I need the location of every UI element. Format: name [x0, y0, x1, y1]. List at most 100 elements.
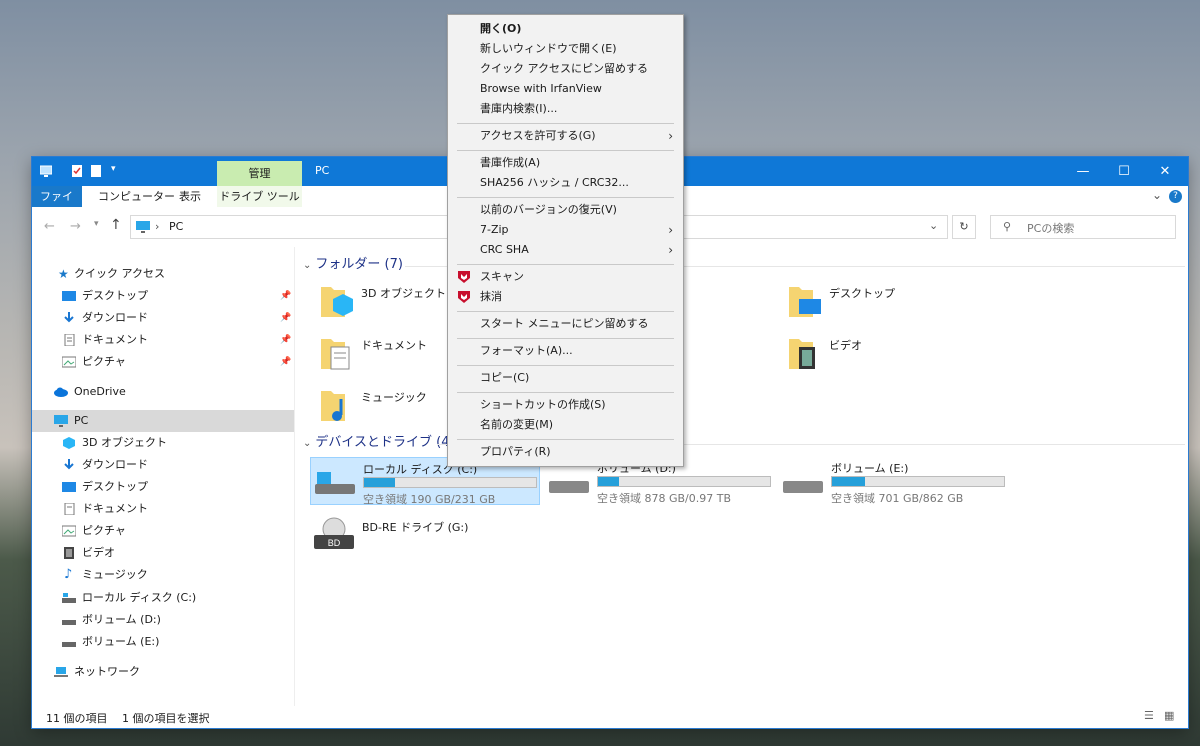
- recent-locations-icon[interactable]: ▾: [94, 219, 99, 229]
- pin-icon[interactable]: 📌: [280, 351, 291, 373]
- nav-network[interactable]: ネットワーク: [32, 661, 294, 683]
- nav-onedrive[interactable]: OneDrive: [32, 381, 294, 403]
- nav-3d-objects[interactable]: 3D オブジェクト: [32, 432, 294, 454]
- menu-7zip[interactable]: 7-Zip ›: [448, 220, 683, 240]
- nav-volume-d[interactable]: ボリューム (D:): [32, 609, 294, 631]
- nav-music[interactable]: ♪ ミュージック: [32, 564, 294, 586]
- menu-properties[interactable]: プロパティ(R): [448, 442, 683, 462]
- folder-label: ビデオ: [829, 339, 862, 352]
- folder-videos[interactable]: ビデオ: [787, 333, 1047, 379]
- nav-label: ミュージック: [82, 568, 148, 581]
- help-icon[interactable]: ?: [1169, 190, 1182, 203]
- pin-icon[interactable]: 📌: [280, 285, 291, 307]
- close-button[interactable]: ✕: [1142, 157, 1188, 186]
- nav-local-disk-c[interactable]: ローカル ディスク (C:): [32, 587, 294, 609]
- menu-copy[interactable]: コピー(C): [448, 368, 683, 388]
- nav-downloads[interactable]: ダウンロード: [32, 454, 294, 476]
- pin-icon[interactable]: 📌: [280, 329, 291, 351]
- large-icons-view-icon[interactable]: ▦: [1164, 709, 1174, 722]
- forward-icon[interactable]: →: [70, 219, 81, 234]
- chevron-down-icon: ⌄: [303, 260, 312, 271]
- nav-quick-pictures[interactable]: ピクチャ 📌: [32, 351, 294, 373]
- details-view-icon[interactable]: ☰: [1144, 709, 1154, 722]
- menu-create-archive[interactable]: 書庫作成(A): [448, 153, 683, 173]
- nav-pictures[interactable]: ピクチャ: [32, 520, 294, 542]
- group-header-drives[interactable]: ⌄ デバイスとドライブ (4): [303, 433, 455, 453]
- folder-desktop[interactable]: デスクトップ: [787, 281, 1047, 327]
- nav-quick-desktop[interactable]: デスクトップ 📌: [32, 285, 294, 307]
- minimize-button[interactable]: —: [1060, 157, 1106, 186]
- menu-pin-quick-access[interactable]: クイック アクセスにピン留めする: [448, 59, 683, 79]
- nav-documents[interactable]: ドキュメント: [32, 498, 294, 520]
- ribbon-collapse-icon[interactable]: ⌄: [1152, 188, 1162, 202]
- up-icon[interactable]: ↑: [110, 217, 122, 233]
- search-icon: ⚲: [1003, 220, 1012, 233]
- menu-label: ショートカットの作成(S): [480, 398, 606, 411]
- document-icon: [64, 334, 75, 346]
- drive-usage-fill: [364, 478, 395, 487]
- menu-label: 新しいウィンドウで開く(E): [480, 42, 617, 55]
- tab-file[interactable]: ファイル: [32, 186, 82, 224]
- drive-g[interactable]: BD BD-RE ドライブ (G:): [310, 513, 540, 561]
- nav-label: クイック アクセス: [74, 267, 165, 280]
- drive-usage-bar: [363, 477, 537, 488]
- tab-view[interactable]: 表示: [169, 186, 211, 207]
- menu-format[interactable]: フォーマット(A)...: [448, 341, 683, 361]
- menu-pin-start[interactable]: スタート メニューにピン留めする: [448, 314, 683, 334]
- drive-free-space: 空き領域 701 GB/862 GB: [831, 492, 964, 505]
- refresh-button[interactable]: ↻: [952, 215, 976, 239]
- menu-open-new-window[interactable]: 新しいウィンドウで開く(E): [448, 39, 683, 59]
- folder-label: ドキュメント: [361, 339, 427, 352]
- nav-volume-e[interactable]: ボリューム (E:): [32, 631, 294, 653]
- menu-scan[interactable]: スキャン: [448, 267, 683, 287]
- nav-label: デスクトップ: [82, 480, 148, 493]
- mcafee-shield-icon: [458, 271, 470, 283]
- menu-browse-irfanview[interactable]: Browse with IrfanView: [448, 79, 683, 99]
- group-header-folders[interactable]: ⌄ フォルダー (7): [303, 255, 403, 275]
- nav-quick-documents[interactable]: ドキュメント 📌: [32, 329, 294, 351]
- nav-videos[interactable]: ビデオ: [32, 542, 294, 564]
- menu-separator: [457, 338, 674, 339]
- group-title: デバイスとドライブ (4): [315, 435, 455, 450]
- customize-toolbar-icon[interactable]: ▾: [111, 164, 116, 174]
- menu-separator: [457, 197, 674, 198]
- search-input[interactable]: ⚲ PCの検索: [990, 215, 1176, 239]
- tab-manage[interactable]: 管理: [217, 161, 302, 186]
- drive-usage-bar: [831, 476, 1005, 487]
- menu-shred[interactable]: 抹消: [448, 287, 683, 307]
- menu-give-access[interactable]: アクセスを許可する(G) ›: [448, 126, 683, 146]
- nav-quick-downloads[interactable]: ダウンロード 📌: [32, 307, 294, 329]
- address-dropdown-icon[interactable]: ⌄: [929, 219, 938, 232]
- menu-restore-versions[interactable]: 以前のバージョンの復元(V): [448, 200, 683, 220]
- nav-desktop[interactable]: デスクトップ: [32, 476, 294, 498]
- menu-create-shortcut[interactable]: ショートカットの作成(S): [448, 395, 683, 415]
- nav-label: 3D オブジェクト: [82, 436, 167, 449]
- menu-label: クイック アクセスにピン留めする: [480, 62, 648, 75]
- drive-icon: [549, 481, 589, 493]
- properties-icon[interactable]: [71, 165, 83, 177]
- tab-drive-tools[interactable]: ドライブ ツール: [217, 186, 302, 207]
- maximize-button[interactable]: ☐: [1101, 157, 1147, 186]
- pin-icon[interactable]: 📌: [280, 307, 291, 329]
- menu-open[interactable]: 開く(O): [448, 19, 683, 39]
- path-segment-pc[interactable]: PC: [169, 220, 183, 233]
- back-icon[interactable]: ←: [44, 219, 55, 234]
- menu-sha256-hash[interactable]: SHA256 ハッシュ / CRC32...: [448, 173, 683, 193]
- nav-pc[interactable]: PC: [32, 410, 294, 432]
- menu-separator: [457, 264, 674, 265]
- menu-rename[interactable]: 名前の変更(M): [448, 415, 683, 435]
- menu-archive-search[interactable]: 書庫内検索(I)...: [448, 99, 683, 119]
- menu-separator: [457, 439, 674, 440]
- desktop-icon: [62, 291, 76, 301]
- group-title: フォルダー (7): [315, 257, 403, 272]
- nav-label: ドキュメント: [82, 333, 148, 346]
- cloud-icon: [54, 387, 68, 397]
- nav-label: ローカル ディスク (C:): [82, 591, 197, 604]
- menu-separator: [457, 392, 674, 393]
- drive-e[interactable]: ボリューム (E:) 空き領域 701 GB/862 GB: [779, 457, 1009, 505]
- menu-crc-sha[interactable]: CRC SHA ›: [448, 240, 683, 260]
- nav-quick-access[interactable]: ★ クイック アクセス: [32, 263, 294, 285]
- menu-label: 抹消: [480, 290, 502, 303]
- nav-label: OneDrive: [74, 385, 126, 398]
- new-folder-icon[interactable]: [90, 165, 102, 177]
